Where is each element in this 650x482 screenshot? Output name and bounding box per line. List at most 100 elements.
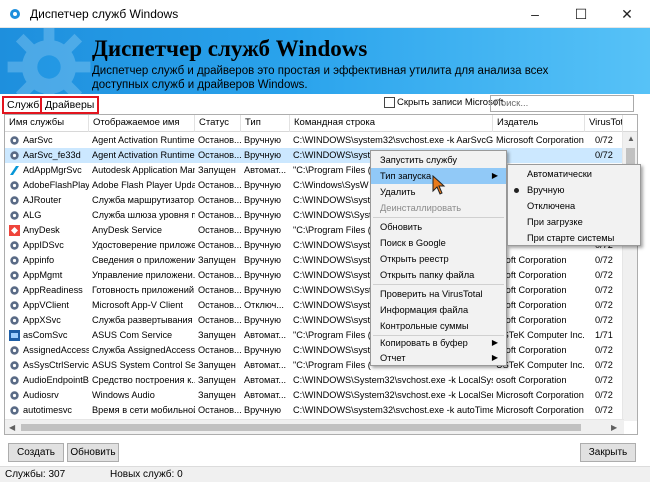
cell-service-name: AarSvc_fe33d (23, 150, 81, 160)
submenu-item-system-start[interactable]: При старте системы (508, 230, 640, 246)
cell-status: Останов... (198, 315, 241, 325)
cell-display-name: ASUS System Control Ser... (92, 360, 195, 370)
table-row[interactable]: AppMgmt Управление приложени... Останов...… (5, 268, 623, 283)
tab-drivers[interactable]: Драйверы (40, 96, 100, 114)
cell-display-name: Управление приложени... (92, 270, 195, 280)
cell-type: Автомат... (244, 330, 287, 340)
cell-status: Запущен (198, 255, 236, 265)
column-header-status[interactable]: Статус (195, 115, 241, 132)
cell-command-line: C:\WINDOWS\System32\svchost.exe -k Local… (293, 375, 493, 385)
window-title: Диспетчер служб Windows (30, 7, 179, 21)
minimize-button[interactable]: – (512, 0, 558, 28)
table-row[interactable]: Audiosrv Windows Audio Запущен Автомат... C:… (5, 388, 623, 403)
submenu-item-boot[interactable]: При загрузке (508, 214, 640, 230)
menu-item-check-virustotal[interactable]: Проверить на VirusTotal (371, 286, 506, 302)
menu-item-copy-to-clipboard[interactable]: Копировать в буфер ▶ (371, 335, 506, 351)
column-header-display-name[interactable]: Отображаемое имя (89, 115, 195, 132)
horizontal-scroll-thumb[interactable] (21, 424, 581, 431)
cell-display-name: Служба развертывания ... (92, 315, 195, 325)
cell-status: Останов... (198, 150, 241, 160)
cell-virustotal: 0/72 (595, 255, 613, 265)
table-row[interactable]: AppReadiness Готовность приложений Останов… (5, 283, 623, 298)
cell-virustotal: 0/72 (595, 405, 613, 415)
table-row[interactable]: AudioEndpointB...Средство построения к..… (5, 373, 623, 388)
submenu-item-disabled[interactable]: Отключена (508, 198, 640, 214)
scroll-right-icon[interactable]: ▶ (611, 423, 617, 432)
cell-type: Вручную (244, 180, 282, 190)
cell-service-name: AarSvc (23, 135, 53, 145)
cell-command-line: C:\WINDOWS\system32\svchost.exe -k autoT… (293, 405, 493, 415)
scroll-up-icon[interactable]: ▲ (627, 134, 635, 143)
cell-display-name: Готовность приложений (92, 285, 194, 295)
cell-virustotal: 0/72 (595, 360, 613, 370)
menu-item-file-info[interactable]: Информация файла (371, 302, 506, 318)
menu-item-start-service[interactable]: Запустить службу (371, 152, 506, 168)
menu-item-open-file-folder[interactable]: Открыть папку файла (371, 267, 506, 283)
gear-icon (7, 28, 91, 94)
cell-type: Автомат... (244, 360, 287, 370)
column-header-name[interactable]: Имя службы (5, 115, 89, 132)
table-row[interactable]: AsSysCtrlService ASUS System Control Ser.… (5, 358, 623, 373)
submenu-arrow-icon: ▶ (491, 353, 498, 362)
cell-service-name: AnyDesk (23, 225, 60, 235)
cell-publisher: Microsoft Corporation (496, 390, 584, 400)
create-button[interactable]: Создать (8, 443, 64, 462)
table-row[interactable]: AppVClient Microsoft App-V Client Останов.… (5, 298, 623, 313)
hide-microsoft-checkbox[interactable] (384, 97, 395, 108)
column-header-virustotal[interactable]: VirusTotal (585, 115, 623, 132)
close-window-button[interactable]: ✕ (604, 0, 650, 28)
cell-type: Вручную (244, 225, 282, 235)
column-header-type[interactable]: Тип (241, 115, 290, 132)
cell-status: Останов... (198, 240, 241, 250)
cell-display-name: Время в сети мобильной... (92, 405, 195, 415)
submenu-arrow-icon: ▶ (491, 171, 498, 180)
menu-item-checksums[interactable]: Контрольные суммы (371, 318, 506, 334)
submenu-item-manual[interactable]: Вручную (508, 182, 640, 198)
cell-display-name: Windows Audio (92, 390, 155, 400)
close-button[interactable]: Закрыть (580, 443, 636, 462)
table-row[interactable]: Appinfo Сведения о приложении Запущен Вручн… (5, 253, 623, 268)
table-row[interactable]: asComSvc ASUS Com Service Запущен Автомат..… (5, 328, 623, 343)
cell-service-name: ALG (23, 210, 42, 220)
cell-type: Вручную (244, 270, 282, 280)
cell-display-name: Agent Activation Runtime ... (92, 150, 195, 160)
filter-row: Службы Драйверы Скрыть записи Microsoft … (0, 94, 650, 114)
cell-service-name: AssignedAccess... (23, 345, 89, 355)
submenu-arrow-icon: ▶ (491, 338, 498, 347)
menu-separator (373, 217, 504, 218)
table-row[interactable]: autotimesvc Время в сети мобильной... Оста… (5, 403, 623, 418)
cell-virustotal: 0/72 (595, 150, 613, 160)
menu-item-refresh[interactable]: Обновить (371, 219, 506, 235)
cell-virustotal: 1/71 (595, 330, 613, 340)
table-row[interactable]: AppXSvc Служба развертывания ... Останов..… (5, 313, 623, 328)
maximize-button[interactable]: ☐ (558, 0, 604, 28)
column-header-publisher[interactable]: Издатель (493, 115, 585, 132)
refresh-button[interactable]: Обновить (67, 443, 119, 462)
cell-command-line: C:\WINDOWS\System32\svchost.exe -k Local… (293, 390, 493, 400)
table-row[interactable]: AarSvc_fe33d Agent Activation Runtime ...… (5, 148, 623, 163)
table-header: Имя службы Отображаемое имя Статус Тип К… (5, 115, 637, 132)
column-header-command-line[interactable]: Командная строка (290, 115, 493, 132)
cell-service-name: autotimesvc (23, 405, 73, 415)
hide-microsoft-label: Скрыть записи Microsoft (397, 97, 504, 108)
mouse-cursor-icon (432, 175, 446, 195)
services-count: Службы: 307 (5, 469, 66, 480)
submenu-item-automatic[interactable]: Автоматически (508, 166, 640, 182)
horizontal-scrollbar[interactable]: ◀ ▶ (5, 419, 624, 434)
cell-display-name: Сведения о приложении (92, 255, 195, 265)
cell-type: Вручную (244, 210, 282, 220)
menu-item-open-registry[interactable]: Открыть реестр (371, 251, 506, 267)
hide-microsoft-toggle[interactable]: Скрыть записи Microsoft (384, 97, 503, 108)
table-row[interactable]: AssignedAccess...Служба AssignedAccess..… (5, 343, 623, 358)
search-input[interactable]: Поиск... (490, 95, 634, 112)
cell-service-name: AdobeFlashPlay... (23, 180, 89, 190)
cell-status: Останов... (198, 195, 241, 205)
cell-status: Запущен (198, 375, 236, 385)
table-row[interactable]: AarSvc Agent Activation Runtime Останов...… (5, 133, 623, 148)
scroll-left-icon[interactable]: ◀ (9, 423, 15, 432)
cell-type: Вручную (244, 255, 282, 265)
menu-item-report[interactable]: Отчет ▶ (371, 350, 506, 366)
cell-virustotal: 0/72 (595, 390, 613, 400)
menu-item-google-search[interactable]: Поиск в Google (371, 235, 506, 251)
cell-publisher: Microsoft Corporation (496, 135, 584, 145)
